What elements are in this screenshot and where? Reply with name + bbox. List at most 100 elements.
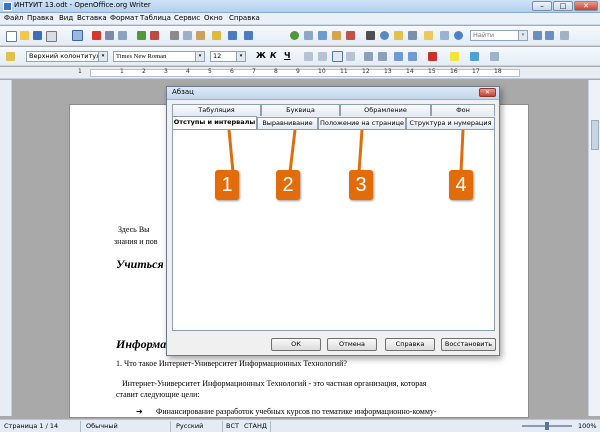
cut-icon[interactable] <box>170 31 179 40</box>
tab-borders[interactable]: Обрамление <box>340 104 431 116</box>
zoom-level[interactable]: 100% <box>578 422 597 430</box>
tab-alignment[interactable]: Выравнивание <box>257 117 318 129</box>
table-icon[interactable] <box>304 31 313 40</box>
zoom-slider-handle[interactable] <box>545 422 549 430</box>
edit-mode-icon[interactable] <box>72 30 83 41</box>
maximize-button[interactable]: □ <box>553 1 573 11</box>
find-previous-icon[interactable] <box>533 31 542 40</box>
tab-text-flow[interactable]: Положение на странице <box>318 117 406 129</box>
menu-window[interactable]: Окно <box>204 14 223 22</box>
menu-help[interactable]: Справка <box>229 14 260 22</box>
font-color-icon[interactable] <box>428 52 437 61</box>
find-next-icon[interactable] <box>545 31 554 40</box>
toolbar-options-icon[interactable] <box>560 31 569 40</box>
document-text: ставит следующие цели: <box>116 390 200 399</box>
insert-mode[interactable]: ВСТ <box>226 422 239 430</box>
data-sources-icon[interactable] <box>408 31 417 40</box>
format-paintbrush-icon[interactable] <box>212 31 221 40</box>
menu-file[interactable]: Файл <box>4 14 23 22</box>
tab-tabs[interactable]: Табуляция <box>172 104 261 116</box>
tab-background[interactable]: Фон <box>431 104 495 116</box>
chevron-down-icon[interactable]: ▾ <box>98 52 107 61</box>
callout-3: 3 <box>349 170 373 200</box>
paragraph-style-select[interactable]: Верхний колонтитул ▾ <box>26 51 108 62</box>
chart-icon[interactable] <box>332 31 341 40</box>
image-icon[interactable] <box>318 31 327 40</box>
cancel-button[interactable]: Отмена <box>327 338 377 351</box>
export-pdf-icon[interactable] <box>92 31 101 40</box>
bold-button[interactable]: Ж <box>256 51 266 61</box>
underline-button[interactable]: Ч <box>284 51 290 61</box>
selection-mode[interactable]: СТАНД <box>244 422 267 430</box>
chevron-down-icon[interactable]: ▾ <box>518 31 527 40</box>
undo-icon[interactable] <box>228 31 237 40</box>
find-replace-icon[interactable] <box>366 31 375 40</box>
ruler-number: 11 <box>340 68 348 75</box>
reset-button[interactable]: Восстановить <box>441 338 496 351</box>
zoom-icon[interactable] <box>440 31 449 40</box>
copy-icon[interactable] <box>183 31 192 40</box>
align-left-icon[interactable] <box>304 52 313 61</box>
tab-indents-spacing[interactable]: Отступы и интервалы <box>172 116 257 129</box>
align-center-icon[interactable] <box>318 52 327 61</box>
tab-content-panel <box>172 129 495 331</box>
menu-view[interactable]: Вид <box>59 14 73 22</box>
menu-edit[interactable]: Правка <box>27 14 54 22</box>
callout-2: 2 <box>276 170 300 200</box>
dialog-titlebar[interactable]: Абзац ✕ <box>167 87 499 100</box>
menu-insert[interactable]: Вставка <box>77 14 107 22</box>
navigator-icon[interactable] <box>380 31 389 40</box>
tab-outline-numbering[interactable]: Структура и нумерация <box>406 117 495 129</box>
minimize-button[interactable]: – <box>532 1 552 11</box>
search-input[interactable]: Найти ▾ <box>470 30 528 41</box>
print-preview-icon[interactable] <box>118 31 127 40</box>
redo-icon[interactable] <box>244 31 253 40</box>
ok-button[interactable]: ОК <box>271 338 321 351</box>
autospell-icon[interactable] <box>150 31 159 40</box>
print-icon[interactable] <box>105 31 114 40</box>
chevron-down-icon[interactable]: ▾ <box>236 52 245 61</box>
background-color-icon[interactable] <box>470 52 479 61</box>
hyperlink-icon[interactable] <box>290 31 299 40</box>
vertical-scrollbar[interactable] <box>588 80 600 416</box>
horizontal-ruler[interactable]: 1 1 2 3 4 5 6 7 8 9 10 11 12 13 14 15 16… <box>0 67 600 79</box>
dialog-close-button[interactable]: ✕ <box>479 88 496 97</box>
email-icon[interactable] <box>46 31 57 42</box>
numbering-icon[interactable] <box>364 52 373 61</box>
spellcheck-icon[interactable] <box>137 31 146 40</box>
gallery-icon[interactable] <box>394 31 403 40</box>
language-indicator[interactable]: Русский <box>176 422 203 430</box>
new-document-icon[interactable] <box>6 31 17 42</box>
font-size-select[interactable]: 12 ▾ <box>210 51 246 62</box>
paste-icon[interactable] <box>196 31 205 40</box>
window-close-button[interactable]: ✕ <box>574 1 598 11</box>
page-indicator[interactable]: Страница 1 / 14 <box>4 422 58 430</box>
nonprinting-chars-icon[interactable] <box>424 31 433 40</box>
italic-button[interactable]: К <box>270 51 277 61</box>
page-style[interactable]: Обычный <box>86 422 118 430</box>
menu-format[interactable]: Формат <box>110 14 138 22</box>
vertical-ruler[interactable] <box>0 80 12 416</box>
help-button[interactable]: Справка <box>385 338 435 351</box>
save-icon[interactable] <box>33 31 42 40</box>
status-bar: Страница 1 / 14 Обычный Русский ВСТ СТАН… <box>0 419 600 432</box>
increase-indent-icon[interactable] <box>408 52 417 61</box>
align-right-icon[interactable] <box>332 51 343 62</box>
toolbar-options-icon[interactable] <box>490 52 499 61</box>
styles-formatting-icon[interactable] <box>6 52 15 61</box>
chevron-down-icon[interactable]: ▾ <box>195 52 204 61</box>
bullets-icon[interactable] <box>378 52 387 61</box>
open-folder-icon[interactable] <box>20 31 29 40</box>
ruler-number: 9 <box>296 68 300 75</box>
menu-tools[interactable]: Сервис <box>174 14 200 22</box>
align-justify-icon[interactable] <box>346 52 355 61</box>
status-separator <box>222 421 223 432</box>
scrollbar-thumb[interactable] <box>591 120 599 150</box>
highlight-icon[interactable] <box>450 52 459 61</box>
decrease-indent-icon[interactable] <box>394 52 403 61</box>
menu-table[interactable]: Таблица <box>140 14 171 22</box>
font-name-select[interactable]: Times New Roman ▾ <box>113 51 205 62</box>
help-icon[interactable] <box>454 31 463 40</box>
show-draw-functions-icon[interactable] <box>346 31 355 40</box>
tab-drop-caps[interactable]: Буквица <box>261 104 340 116</box>
